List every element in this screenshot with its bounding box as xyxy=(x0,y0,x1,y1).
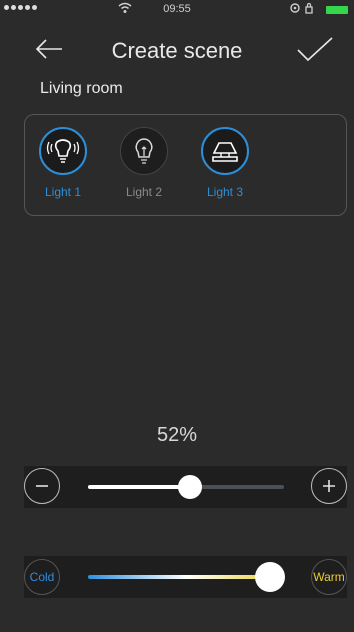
plus-icon xyxy=(323,480,335,492)
warm-button[interactable]: Warm xyxy=(311,559,347,595)
brightness-slider[interactable] xyxy=(88,475,284,499)
color-temperature-slider[interactable] xyxy=(88,562,286,592)
confirm-button[interactable] xyxy=(296,36,336,68)
light-item-2[interactable]: Light 2 xyxy=(114,127,174,199)
brightness-control xyxy=(24,466,347,508)
bulb-icon xyxy=(135,138,153,164)
brightness-increase-button[interactable] xyxy=(311,468,347,504)
light-1-icon-button[interactable] xyxy=(39,127,87,175)
light-3-icon-button[interactable] xyxy=(201,127,249,175)
brightness-slider-thumb[interactable] xyxy=(177,475,202,499)
light-item-3[interactable]: Light 3 xyxy=(195,127,255,199)
lock-icon xyxy=(290,2,316,17)
light-selection-panel: Light 1 Light 2 Light 3 xyxy=(24,114,347,216)
status-bar: 09:55 xyxy=(0,0,354,20)
header: Create scene xyxy=(0,22,354,78)
light-3-label: Light 3 xyxy=(206,185,244,199)
brightness-percent: 52% xyxy=(156,424,198,446)
lamp-icon xyxy=(212,142,238,162)
light-2-label: Light 2 xyxy=(125,185,163,199)
light-2-icon-button[interactable] xyxy=(120,127,168,175)
battery-icon xyxy=(326,6,348,14)
brightness-slider-fill xyxy=(88,485,190,489)
brightness-decrease-button[interactable] xyxy=(24,468,60,504)
cold-button[interactable]: Cold xyxy=(24,559,60,595)
wave-bulb-icon xyxy=(46,139,80,163)
room-name: Living room xyxy=(40,80,123,97)
color-temperature-slider-thumb[interactable] xyxy=(255,562,286,592)
checkmark-icon xyxy=(297,37,333,62)
minus-icon xyxy=(36,485,48,487)
light-item-1[interactable]: Light 1 xyxy=(33,127,93,199)
light-1-label: Light 1 xyxy=(44,185,82,199)
color-temperature-control: Cold Warm xyxy=(24,556,347,598)
